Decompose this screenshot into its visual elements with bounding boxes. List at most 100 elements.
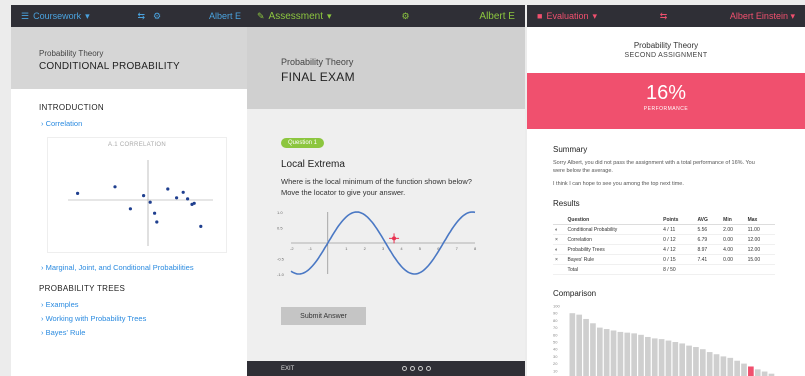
y-tick-label: 70 [553,325,558,330]
results-heading: Results [553,199,580,208]
page-dot[interactable] [426,366,431,371]
scatter-point [76,191,80,195]
app-switcher[interactable]: ■ Evaluation ▾ [537,11,597,22]
cell: 15.00 [745,254,775,265]
cell: 12.00 [745,234,775,245]
comparison-bar [699,349,706,376]
x-tick-label: 1 [345,246,348,251]
comparison-bar [583,318,589,376]
cell: 0 / 15 [661,254,696,265]
comparison-bar [665,340,672,376]
page-header: Probability Theory FINAL EXAM [247,27,525,109]
cell: Probability Trees [565,244,662,255]
question: Question 1 Local Extrema Where is the lo… [247,109,525,325]
link-bayes[interactable]: › Bayes' Rule [41,328,223,337]
col-max: Max [745,215,775,225]
cell: 7.41 [695,254,722,265]
toolbar: ⚙ [401,11,409,22]
score-banner: 16% PERFORMANCE [527,73,805,129]
y-tick-label: 40 [553,347,558,352]
comparison-heading: Comparison [553,289,597,298]
app-switcher[interactable]: ✎ Assessment ▾ [257,11,332,22]
x-tick-label: -2 [290,246,294,251]
col-min: Min [721,215,746,225]
table-row[interactable]: ◐ Conditional Probability 4 / 11 5.56 2.… [553,224,775,235]
link-label: Examples [45,300,79,309]
page-header: Probability Theory CONDITIONAL PROBABILI… [11,27,251,89]
table-row[interactable]: × Correlation 0 / 12 6.79 0.00 12.00 [553,234,775,245]
function-plot[interactable]: 1.00.5-0.5-1.0-2 -1 1 2 3 4 5 6 7 8 [275,204,485,284]
scatter-point [153,211,157,215]
comparison-bar [576,314,583,376]
footer-bar: EXIT [247,361,525,376]
app-switcher[interactable]: ☰ Coursework ▾ [21,11,90,22]
comparison-bar [596,327,603,376]
link-correlation[interactable]: › Correlation [41,119,223,128]
cross-icon: × [553,234,566,245]
scatter-point [186,197,190,201]
cell: Conditional Probability [565,224,662,235]
comparison-bar [679,343,686,376]
locator-handle[interactable] [389,233,400,244]
chevron-down-icon: ▾ [327,10,332,21]
link-label: Marginal, Joint, and Conditional Probabi… [45,263,194,272]
cell: Correlation [565,234,662,245]
comparison-bar [686,345,692,376]
comparison-bar [761,371,768,376]
user-name[interactable]: Albert Einstein ▾ [730,11,795,22]
section-heading: PROBABILITY TREES [39,284,126,293]
sync-icon[interactable]: ⇆ [137,11,145,22]
y-tick-label: 20 [553,361,558,366]
page-dot[interactable] [410,366,415,371]
app-name: Coursework [33,11,82,21]
col-question: Question [565,215,662,225]
comparison-bar [727,357,734,376]
cell: 11.00 [745,224,775,235]
locator-crosshair[interactable] [392,236,397,241]
coursework-panel: ☰ Coursework ▾ ⇆ ⚙ Albert E Probability … [11,5,251,376]
submit-answer-button[interactable]: Submit Answer [281,307,366,325]
link-marginal[interactable]: › Marginal, Joint, and Conditional Proba… [41,263,223,272]
link-label: Bayes' Rule [45,328,86,337]
user-name[interactable]: Albert E [209,11,241,21]
sync-icon[interactable]: ⇆ [660,11,668,22]
link-label: Working with Probability Trees [45,314,147,323]
table-row[interactable]: × Bayes' Rule 0 / 15 7.41 0.00 15.00 [553,254,775,265]
subject: Probability Theory [633,41,699,50]
comparison-bar [624,332,631,376]
link-examples[interactable]: › Examples [41,300,223,309]
comparison-bar [645,336,651,376]
half-icon: ◐ [553,224,566,235]
scatter-point [142,194,146,198]
y-tick-label: -0.5 [277,257,285,262]
table-row[interactable]: ◐ Probability Trees 4 / 12 8.97 4.00 12.… [553,244,775,255]
pagination-dots [402,366,431,371]
settings-icon[interactable]: ⚙ [153,11,161,22]
page-dot[interactable] [418,366,423,371]
user-name[interactable]: Albert E [479,11,515,22]
comparison-bar [693,347,699,376]
top-bar: ☰ Coursework ▾ ⇆ ⚙ Albert E [11,5,251,27]
question-text: Where is the local minimum of the functi… [281,177,472,197]
coursework-icon: ☰ [21,10,30,21]
link-working[interactable]: › Working with Probability Trees [41,314,223,323]
page-dot[interactable] [402,366,407,371]
x-tick-label: 3 [382,246,385,251]
user-label: Albert Einstein [729,10,788,21]
comparison-chart: 1009080706050403020100 [553,304,775,376]
comparison-bar [569,313,576,376]
results-table: Question Points AVG Min Max ◐ Conditiona… [553,215,775,275]
y-tick-label: 100 [553,304,560,309]
col-points: Points [661,215,696,225]
question-badge: Question 1 [281,138,325,148]
comparison-bar [748,366,754,376]
col-avg: AVG [695,215,722,225]
exit-button[interactable]: EXIT [281,366,294,372]
app-name: Assessment [268,10,324,22]
scatter-plot [68,160,213,246]
comparison-bar [713,354,720,376]
cell: Bayes' Rule [565,254,662,265]
chart-title: A.1 CORRELATION [107,142,167,148]
y-tick-label: 30 [553,354,558,359]
settings-icon[interactable]: ⚙ [401,11,409,22]
